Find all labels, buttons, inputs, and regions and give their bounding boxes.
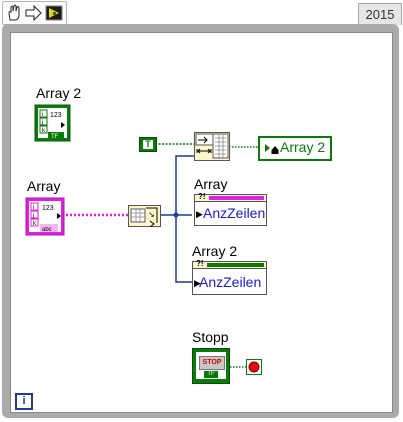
property-node-array-label: Array	[194, 176, 228, 192]
property-node-array[interactable]: ?! ▶ AnzZeilen	[194, 192, 267, 226]
loop-condition-terminal[interactable]	[246, 359, 262, 375]
house-icon	[271, 142, 279, 160]
ref-wire-array2[interactable]	[175, 215, 192, 283]
svg-text:abc: abc	[42, 227, 52, 233]
property-node-array-header: ?!	[195, 192, 266, 202]
property-node-array2-prop[interactable]: AnzZeilen	[199, 274, 261, 290]
svg-text:123: 123	[50, 112, 62, 119]
input-arrow-icon: ▶	[196, 209, 203, 219]
svg-text:123: 123	[42, 205, 54, 212]
boolean-type-badge: TF	[204, 371, 218, 378]
property-node-array-prop[interactable]: AnzZeilen	[203, 205, 265, 221]
property-node-array2[interactable]: ?! ▶ AnzZeilen	[192, 259, 267, 295]
array2-control-terminal[interactable]: i j k 123 TF	[34, 104, 71, 142]
stop-terminal-face: STOP TF	[196, 352, 226, 379]
array-control-terminal[interactable]: i j k 123 abc	[25, 197, 66, 236]
array2-local-variable[interactable]: Array 2	[258, 136, 332, 161]
svg-text:i: i	[42, 112, 43, 118]
iteration-terminal[interactable]: i	[15, 393, 33, 410]
true-constant-text: T	[143, 140, 153, 149]
svg-text:j: j	[41, 120, 43, 126]
ref-wire-invoke[interactable]	[175, 155, 195, 215]
local-variable-label: Array 2	[280, 139, 326, 155]
svg-text:j: j	[32, 213, 34, 219]
property-node-array2-header: ?!	[193, 259, 266, 269]
property-node-icon: ?!	[196, 259, 204, 268]
string-type-bar	[209, 196, 264, 200]
svg-text:TF: TF	[51, 134, 59, 140]
array-subset-node[interactable]: ↘	[128, 205, 161, 227]
array2-control-label: Array 2	[36, 85, 82, 101]
wire-junction	[173, 212, 179, 218]
property-node-icon: ?!	[198, 192, 206, 201]
stop-control-terminal[interactable]: STOP TF	[192, 348, 230, 384]
property-node-array2-label: Array 2	[192, 243, 238, 259]
array-control-label: Array	[27, 178, 61, 194]
svg-text:i: i	[33, 205, 34, 211]
svg-text:↘: ↘	[148, 210, 155, 219]
stop-button-face: STOP	[199, 356, 225, 370]
stop-control-label: Stopp	[192, 329, 229, 345]
invoke-node[interactable]	[194, 132, 230, 161]
true-constant[interactable]: T	[139, 137, 157, 152]
boolean-type-bar	[207, 263, 264, 267]
